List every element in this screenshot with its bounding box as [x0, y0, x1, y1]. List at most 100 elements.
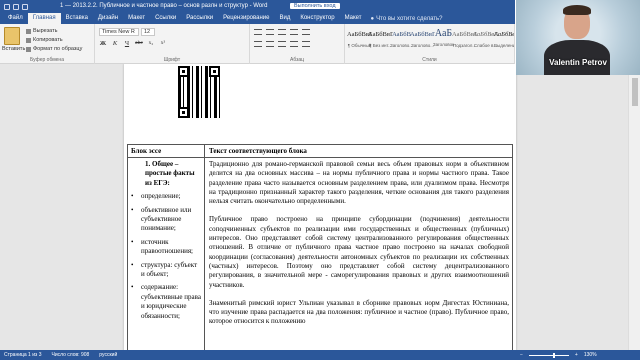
list-item: • источник правоотношения;: [131, 238, 202, 257]
clipboard-group-label: Буфер обмена: [30, 57, 64, 63]
font-size-select[interactable]: 12: [141, 28, 155, 36]
tell-me-box[interactable]: ● Что вы хотите сделать?: [367, 13, 443, 24]
tab-view[interactable]: Вид: [274, 13, 295, 24]
style-name: Выделение: [494, 43, 514, 48]
word-window: 1 — 2013.2.2. Публичное и частное право …: [0, 0, 640, 360]
word-count[interactable]: Число слов: 908: [51, 352, 89, 358]
font-name-select[interactable]: Times New R: [99, 28, 139, 36]
signin-button[interactable]: Выполнить вход: [290, 3, 340, 9]
format-painter-button[interactable]: Формат по образцу: [26, 46, 82, 52]
scissors-icon: [26, 28, 31, 34]
tab-mailings[interactable]: Рассылки: [181, 13, 218, 24]
paragraph-1: Традиционно для романо-германской правов…: [209, 160, 509, 206]
list-item: • определение;: [131, 192, 181, 201]
language[interactable]: русский: [99, 352, 117, 358]
style-emphasis[interactable]: АаБбВвГг Выделение: [494, 27, 514, 55]
italic-button[interactable]: К: [111, 40, 119, 47]
qr-finder-tl: [178, 66, 189, 77]
webcam-overlay: Valentin Petrov: [515, 0, 640, 75]
table-column-divider: [204, 145, 205, 353]
paste-button[interactable]: Вставить: [2, 46, 25, 52]
list-buttons-row: [254, 29, 310, 35]
zoom-controls: − + 130%: [520, 352, 597, 358]
align-left-icon[interactable]: [254, 41, 262, 47]
clipboard-group: Вставить Вырезать Копировать Формат по о…: [0, 24, 95, 64]
tab-design[interactable]: Дизайн: [93, 13, 123, 24]
presenter-hair: [563, 5, 591, 15]
document-page[interactable]: Блок эссе Текст соответствующего блока 1…: [124, 64, 516, 353]
justify-icon[interactable]: [290, 41, 298, 47]
tab-references[interactable]: Ссылки: [150, 13, 181, 24]
subscript-button[interactable]: x₂: [147, 40, 155, 47]
qr-code-image: [178, 66, 220, 118]
numbering-icon[interactable]: [266, 29, 274, 35]
essay-table: Блок эссе Текст соответствующего блока 1…: [127, 144, 513, 353]
style-sample: АаБбВвГг: [494, 31, 514, 38]
format-painter-label: Формат по образцу: [33, 46, 83, 52]
font-format-row: Ж К Ч abc x₂ x²: [99, 40, 167, 47]
zoom-level[interactable]: 130%: [584, 352, 597, 358]
table-header-divider: [128, 157, 512, 158]
right-column-cell[interactable]: Традиционно для романо-германской правов…: [209, 160, 509, 336]
window-title: 1 — 2013.2.2. Публичное и частное право …: [60, 3, 268, 9]
paragraph-group: Абзац: [250, 24, 345, 64]
zoom-in-icon[interactable]: +: [575, 352, 578, 358]
bold-button[interactable]: Ж: [99, 40, 107, 47]
cut-button[interactable]: Вырезать: [26, 28, 57, 34]
align-center-icon[interactable]: [266, 41, 274, 47]
save-icon[interactable]: [4, 3, 10, 10]
redo-icon[interactable]: [22, 3, 28, 10]
font-group: Times New R 12 Ж К Ч abc x₂ x² Шрифт: [95, 24, 250, 64]
list-item: • структура: субъект и объект;: [131, 261, 202, 280]
qr-finder-bl: [178, 107, 189, 118]
list-item: • объективное или субъективное понимание;: [131, 206, 202, 234]
cut-label: Вырезать: [33, 28, 58, 34]
left-column-cell[interactable]: 1. Общее – простые факты из ЕГЭ: • опреде…: [131, 160, 202, 321]
align-right-icon[interactable]: [278, 41, 286, 47]
styles-group: АаБбВвГг¶ Обычный АаБбВвГг¶ Без инт... А…: [345, 24, 515, 64]
tab-home[interactable]: Главная: [27, 13, 61, 24]
multilevel-list-icon[interactable]: [278, 29, 286, 35]
page-count[interactable]: Страница 1 из 3: [4, 352, 41, 358]
paragraph-3: Знаменитый римский юрист Ульпиан указыва…: [209, 298, 509, 326]
vertical-scrollbar[interactable]: [628, 64, 640, 353]
superscript-button[interactable]: x²: [159, 40, 167, 47]
undo-icon[interactable]: [13, 3, 19, 10]
tab-table-design[interactable]: Конструктор: [295, 13, 339, 24]
list-item-text: источник правоотношения;: [141, 237, 193, 256]
underline-button[interactable]: Ч: [123, 40, 131, 47]
copy-icon: [26, 37, 31, 43]
decrease-indent-icon[interactable]: [290, 29, 298, 35]
list-item: • содержание: субъективные права и юридич…: [131, 283, 201, 320]
list-item-text: определение;: [141, 192, 181, 201]
scrollbar-thumb[interactable]: [632, 78, 638, 106]
paste-icon[interactable]: [4, 27, 20, 45]
align-buttons-row: [254, 41, 310, 47]
tab-layout[interactable]: Макет: [123, 13, 150, 24]
bullets-icon[interactable]: [254, 29, 262, 35]
list-item-text: содержание: субъективные права и юридиче…: [141, 283, 201, 320]
zoom-slider[interactable]: [528, 352, 569, 358]
increase-indent-icon[interactable]: [302, 29, 310, 35]
presenter-name: Valentin Petrov: [549, 58, 607, 67]
ribbon-tabs: Файл Главная Вставка Дизайн Макет Ссылки…: [0, 13, 515, 24]
copy-button[interactable]: Копировать: [26, 37, 63, 43]
tab-file[interactable]: Файл: [3, 13, 28, 24]
table-header-text: Текст соответствующего блока: [209, 147, 307, 155]
paragraph-group-label: Абзац: [289, 57, 305, 63]
tab-insert[interactable]: Вставка: [61, 13, 93, 24]
tab-table-layout[interactable]: Макет: [340, 13, 367, 24]
styles-group-label: Стили: [422, 57, 437, 63]
table-header-block: Блок эссе: [131, 147, 162, 155]
copy-label: Копировать: [33, 37, 63, 43]
strikethrough-button[interactable]: abc: [135, 40, 143, 47]
font-group-label: Шрифт: [163, 57, 181, 63]
tab-review[interactable]: Рецензирование: [218, 13, 274, 24]
paragraph-2: Публичное право построено на принципе су…: [209, 215, 509, 289]
line-spacing-icon[interactable]: [302, 41, 310, 47]
left-heading: 1. Общее – простые факты из ЕГЭ:: [145, 160, 195, 187]
list-item-text: объективное или субъективное понимание;: [141, 205, 192, 233]
document-area: Блок эссе Текст соответствующего блока 1…: [0, 64, 628, 353]
tell-me-text: Что вы хотите сделать?: [376, 15, 443, 22]
zoom-out-icon[interactable]: −: [520, 352, 523, 358]
